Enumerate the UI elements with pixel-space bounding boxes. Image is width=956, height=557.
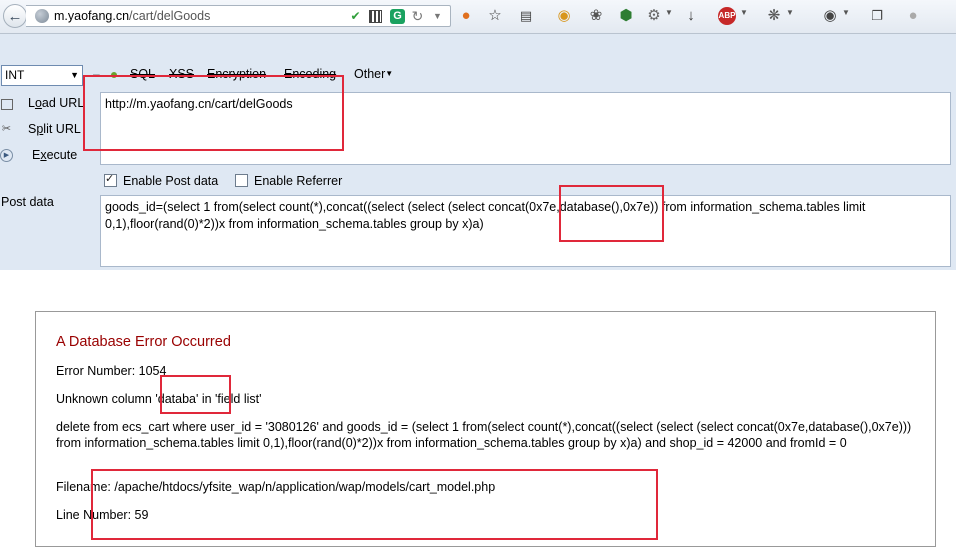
basketball-icon[interactable]: ● [456,6,476,26]
address-domain: m.yaofang.cn [54,9,130,23]
address-dropdown-icon[interactable]: ▼ [430,9,445,24]
enable-referrer-label: Enable Referrer [254,174,343,188]
load-url-icon [1,99,13,110]
hackbar-panel: INT ▼ – SQL XSS Encryption Encoding Othe… [0,34,956,270]
menu-other[interactable]: Other▼ [354,67,393,81]
scissors-icon: ✂ [1,123,12,135]
menu-other-label: Other [354,67,386,81]
address-path: /cart/delGoods [129,9,211,23]
split-url-label: Split URL [28,122,81,136]
play-icon: ▶ [0,149,13,162]
profile-icon[interactable]: ● [903,6,923,26]
annotation-url-box [83,75,344,151]
type-select-value: INT [5,68,25,82]
adblock-dropdown-icon[interactable]: ▼ [740,8,748,17]
gear-dropdown-icon[interactable]: ▼ [665,8,673,17]
checkbox-checked-icon [104,172,117,187]
annotation-database-payload [559,185,664,242]
enable-referrer-checkbox[interactable]: Enable Referrer [235,174,342,188]
qr-code-icon[interactable] [369,10,382,23]
g-extension-icon[interactable]: G [390,9,405,24]
eye-dropdown-icon[interactable]: ▼ [842,8,850,17]
address-bar[interactable]: m.yaofang.cn/cart/delGoods ✔ G ↻ ▼ [26,5,451,27]
gear-extension-icon[interactable]: ⚙ [644,6,664,26]
eye-icon[interactable]: ◉ [820,6,840,26]
shield-icon[interactable]: ✔ [348,9,363,24]
bug-icon[interactable]: ❋ [764,6,784,26]
enable-post-label: Enable Post data [123,174,219,188]
browser-toolbar: ← m.yaofang.cn/cart/delGoods ✔ G ↻ ▼ ● ☆… [0,0,956,34]
enable-post-checkbox[interactable]: Enable Post data [104,172,219,188]
post-data-textarea[interactable]: goods_id=(select 1 from(select count(*),… [100,195,951,267]
split-url-label-b: lit URL [43,122,81,136]
execute-label: Execute [32,148,77,162]
download-icon[interactable]: ↓ [681,6,701,26]
bug-dropdown-icon[interactable]: ▼ [786,8,794,17]
load-url-label: Load URL [28,96,84,110]
adblock-icon[interactable]: ABP [718,7,736,25]
shield-extension-icon[interactable]: ⬢ [616,6,636,26]
error-title: A Database Error Occurred [56,334,231,350]
execute-label-b: ecute [46,148,78,162]
palette-icon[interactable]: ❀ [586,6,606,26]
back-arrow-icon: ← [7,8,23,25]
post-data-label: Post data [1,195,54,209]
error-query: delete from ecs_cart where user_id = '30… [56,420,912,450]
post-data-value: goods_id=(select 1 from(select count(*),… [105,200,866,231]
checkbox-unchecked-icon [235,174,248,187]
chevron-down-icon: ▼ [385,69,394,78]
lightbulb-icon[interactable]: ◉ [554,6,574,26]
type-select[interactable]: INT ▼ [1,65,83,86]
load-url-label-b: ad URL [41,96,85,110]
chevron-down-icon: ▼ [70,70,79,80]
annotation-leaked-value [160,375,231,414]
globe-icon [35,9,49,23]
bookmark-star-icon[interactable]: ☆ [485,6,505,26]
window-icon[interactable]: ❐ [867,6,887,26]
load-url-label-a: L [28,96,35,110]
annotation-filename [91,469,658,540]
back-button[interactable]: ← [3,4,27,28]
reload-icon[interactable]: ↻ [410,9,425,24]
bookmarks-list-icon[interactable]: ▤ [516,6,536,26]
load-url-accesskey: o [34,96,42,110]
address-text[interactable]: m.yaofang.cn/cart/delGoods [54,9,210,23]
